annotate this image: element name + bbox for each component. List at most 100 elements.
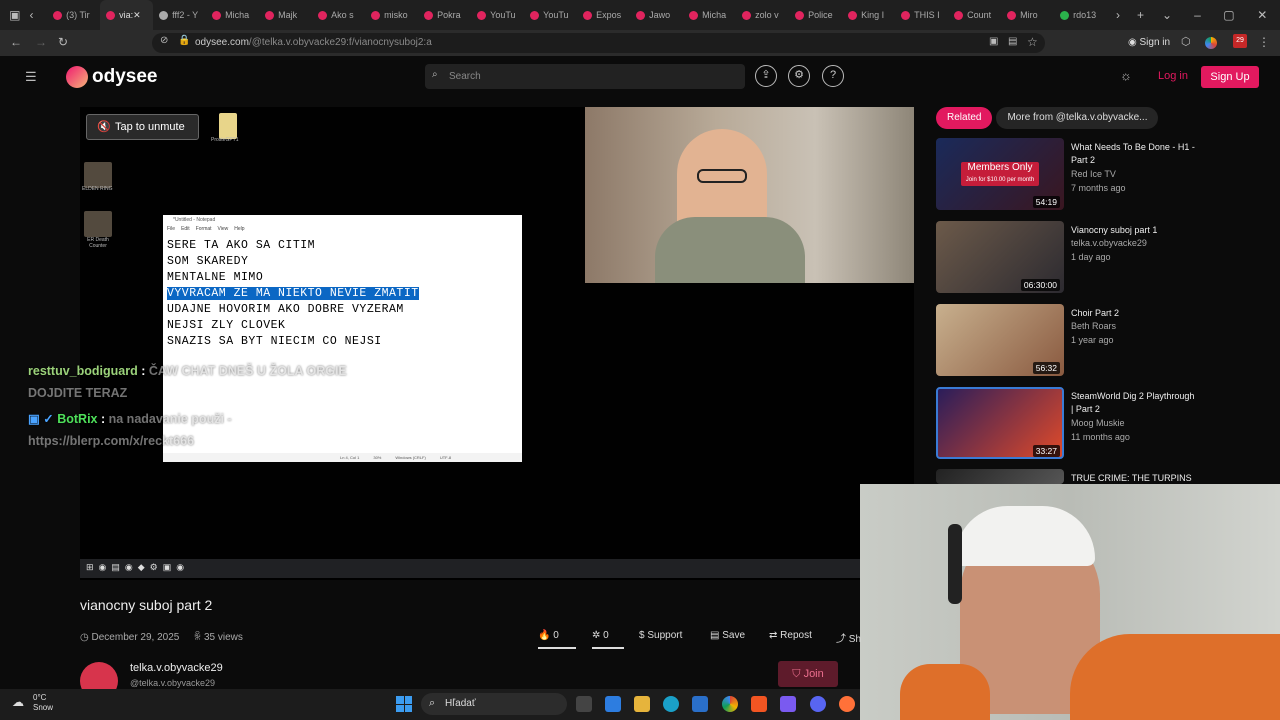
browser-tab[interactable]: Majk <box>259 0 312 30</box>
related-item[interactable]: 06:30:00 Vianocny suboj part 1 telka.v.oby… <box>936 221 1196 295</box>
browser-tab[interactable]: YouTu <box>524 0 577 30</box>
related-title[interactable]: SteamWorld Dig 2 Playthrough | Part 2 <box>1071 390 1196 416</box>
browser-tab[interactable]: Police <box>789 0 842 30</box>
related-channel[interactable]: telka.v.obyvacke29 <box>1071 238 1147 248</box>
join-button[interactable]: ⛉ Join <box>778 661 838 687</box>
notepad-menu-item: File <box>167 226 176 232</box>
related-title[interactable]: Vianocny suboj part 1 <box>1071 224 1196 237</box>
back-tab-icon[interactable]: ‹ <box>29 8 47 22</box>
edge-icon[interactable] <box>663 696 679 712</box>
tab-scroll-right-icon[interactable]: › <box>1107 8 1129 22</box>
windows-start-icon[interactable] <box>396 696 412 712</box>
browser-menu-icon[interactable]: ⋮ <box>1258 35 1270 49</box>
signup-button[interactable]: Sign Up <box>1201 66 1259 88</box>
extensions-icon[interactable]: ⬡ <box>1181 35 1191 48</box>
address-bar[interactable]: odysee.com/@telka.v.obyvacke29:f/vianocn… <box>152 33 1045 53</box>
store-icon[interactable] <box>605 696 621 712</box>
reload-icon[interactable]: ↻ <box>58 35 68 49</box>
related-title[interactable]: TRUE CRIME: THE TURPINS <box>1071 472 1196 485</box>
os-search-box[interactable]: Hľadať <box>421 693 567 715</box>
browser-tab[interactable]: YouTu <box>471 0 524 30</box>
streamer-shirt <box>655 217 805 283</box>
browser-tab[interactable]: rdo13 <box>1054 0 1107 30</box>
support-button[interactable]: $ Support <box>639 630 682 641</box>
tab-related[interactable]: Related <box>936 107 993 129</box>
theme-sun-icon[interactable]: ☼ <box>1120 68 1132 83</box>
related-title[interactable]: Choir Part 2 <box>1071 307 1196 320</box>
browser-tab[interactable]: Count <box>948 0 1001 30</box>
discord-icon[interactable] <box>810 696 826 712</box>
browser-tab[interactable]: Pokra <box>418 0 471 30</box>
tab-actions-icon[interactable]: ▣ <box>0 8 29 22</box>
hamburger-menu-icon[interactable]: ☰ <box>25 69 37 85</box>
sign-in-button[interactable]: ◉ Sign in <box>1128 37 1170 48</box>
notepad-menu-item: Edit <box>181 226 190 232</box>
tab-label: YouTu <box>543 10 569 20</box>
screenshot-icon[interactable]: ▤ <box>1008 36 1017 47</box>
related-item[interactable]: 56:32 Choir Part 2 Beth Roars 1 year ago <box>936 304 1196 378</box>
firefox-icon[interactable] <box>839 696 855 712</box>
browser-tab[interactable]: (3) Tir <box>47 0 100 30</box>
search-input[interactable]: Search <box>425 64 745 89</box>
forward-icon[interactable]: → <box>35 35 47 49</box>
new-tab-icon[interactable]: + <box>1129 8 1153 22</box>
related-item[interactable]: 33:27 SteamWorld Dig 2 Playthrough | Part… <box>936 387 1196 461</box>
fire-reaction-button[interactable]: 🔥 0 <box>538 630 576 649</box>
close-window-icon[interactable]: ✕ <box>1245 8 1280 22</box>
notepad-line: SOM SKAREDY <box>167 255 249 268</box>
browser-tab[interactable]: Micha <box>683 0 736 30</box>
related-channel[interactable]: Red Ice TV <box>1071 169 1116 179</box>
browser-tab[interactable]: King I <box>842 0 895 30</box>
related-title[interactable]: What Needs To Be Done - H1 - Part 2 <box>1071 141 1196 167</box>
members-only-badge: Members Only Join for $10.00 per month <box>961 162 1039 186</box>
browser-tab[interactable]: Jawo <box>630 0 683 30</box>
tap-to-unmute-button[interactable]: 🔇 Tap to unmute <box>86 114 199 140</box>
tab-more-from-channel[interactable]: More from @telka.v.obyvacke... <box>996 107 1159 129</box>
brave-icon[interactable] <box>751 696 767 712</box>
browser-tab[interactable]: misko <box>365 0 418 30</box>
back-icon[interactable]: ← <box>10 35 22 49</box>
browser-tab[interactable]: via: ✕ <box>100 0 154 30</box>
tab-label: Miro <box>1020 10 1038 20</box>
bookmark-star-icon[interactable]: ☆ <box>1027 35 1038 49</box>
channel-name[interactable]: telka.v.obyvacke29 <box>130 662 223 674</box>
notepad-status-item: Ln 4, Col 1 <box>340 455 360 460</box>
weather-widget[interactable]: 0°C Snow <box>33 693 53 713</box>
related-thumbnail[interactable] <box>936 469 1064 484</box>
tab-list-icon[interactable]: ⌄ <box>1152 8 1181 22</box>
close-tab-icon[interactable]: ✕ <box>133 10 141 21</box>
photos-icon[interactable] <box>692 696 708 712</box>
site-info-icon[interactable]: ⊘ <box>160 35 168 46</box>
minimize-icon[interactable]: – <box>1182 8 1213 22</box>
repost-button[interactable]: ⇄ Repost <box>769 630 812 641</box>
browser-tab[interactable]: Ako s <box>312 0 365 30</box>
chrome-icon[interactable] <box>722 696 738 712</box>
file-explorer-icon[interactable] <box>634 696 650 712</box>
browser-tab[interactable]: fff2 - Y <box>153 0 206 30</box>
browser-tab[interactable]: zolo v <box>736 0 789 30</box>
save-button[interactable]: ▤ Save <box>710 630 745 641</box>
odysee-logo[interactable]: odysee <box>66 66 157 88</box>
settings-gear-icon[interactable]: ⚙ <box>788 65 810 87</box>
login-link[interactable]: Log in <box>1158 70 1188 82</box>
save-icon: ▤ <box>710 630 723 641</box>
browser-tab[interactable]: Miro <box>1001 0 1054 30</box>
upload-icon[interactable]: ⇪ <box>755 65 777 87</box>
notepad-menu: File Edit Format View Help <box>163 226 522 235</box>
browser-tab[interactable]: THIS I <box>895 0 948 30</box>
task-view-icon[interactable] <box>576 696 592 712</box>
related-channel[interactable]: Beth Roars <box>1071 321 1116 331</box>
browser-tab[interactable]: Micha <box>206 0 259 30</box>
related-item[interactable]: TRUE CRIME: THE TURPINS <box>936 469 1196 484</box>
google-extension-icon[interactable] <box>1205 37 1217 49</box>
maximize-icon[interactable]: ▢ <box>1213 8 1244 22</box>
related-item[interactable]: Members Only Join for $10.00 per month 54:… <box>936 138 1196 212</box>
share-button[interactable]: ⤴ Sh <box>836 630 861 645</box>
help-icon[interactable]: ? <box>822 65 844 87</box>
extension-badge[interactable]: 29 <box>1233 34 1247 48</box>
slime-reaction-button[interactable]: ✲ 0 <box>592 630 624 649</box>
browser-tab[interactable]: Expos <box>577 0 630 30</box>
related-channel[interactable]: Moog Muskie <box>1071 418 1125 428</box>
notepad-taskbar-icon[interactable] <box>780 696 796 712</box>
cast-icon[interactable]: ▣ <box>989 36 998 47</box>
